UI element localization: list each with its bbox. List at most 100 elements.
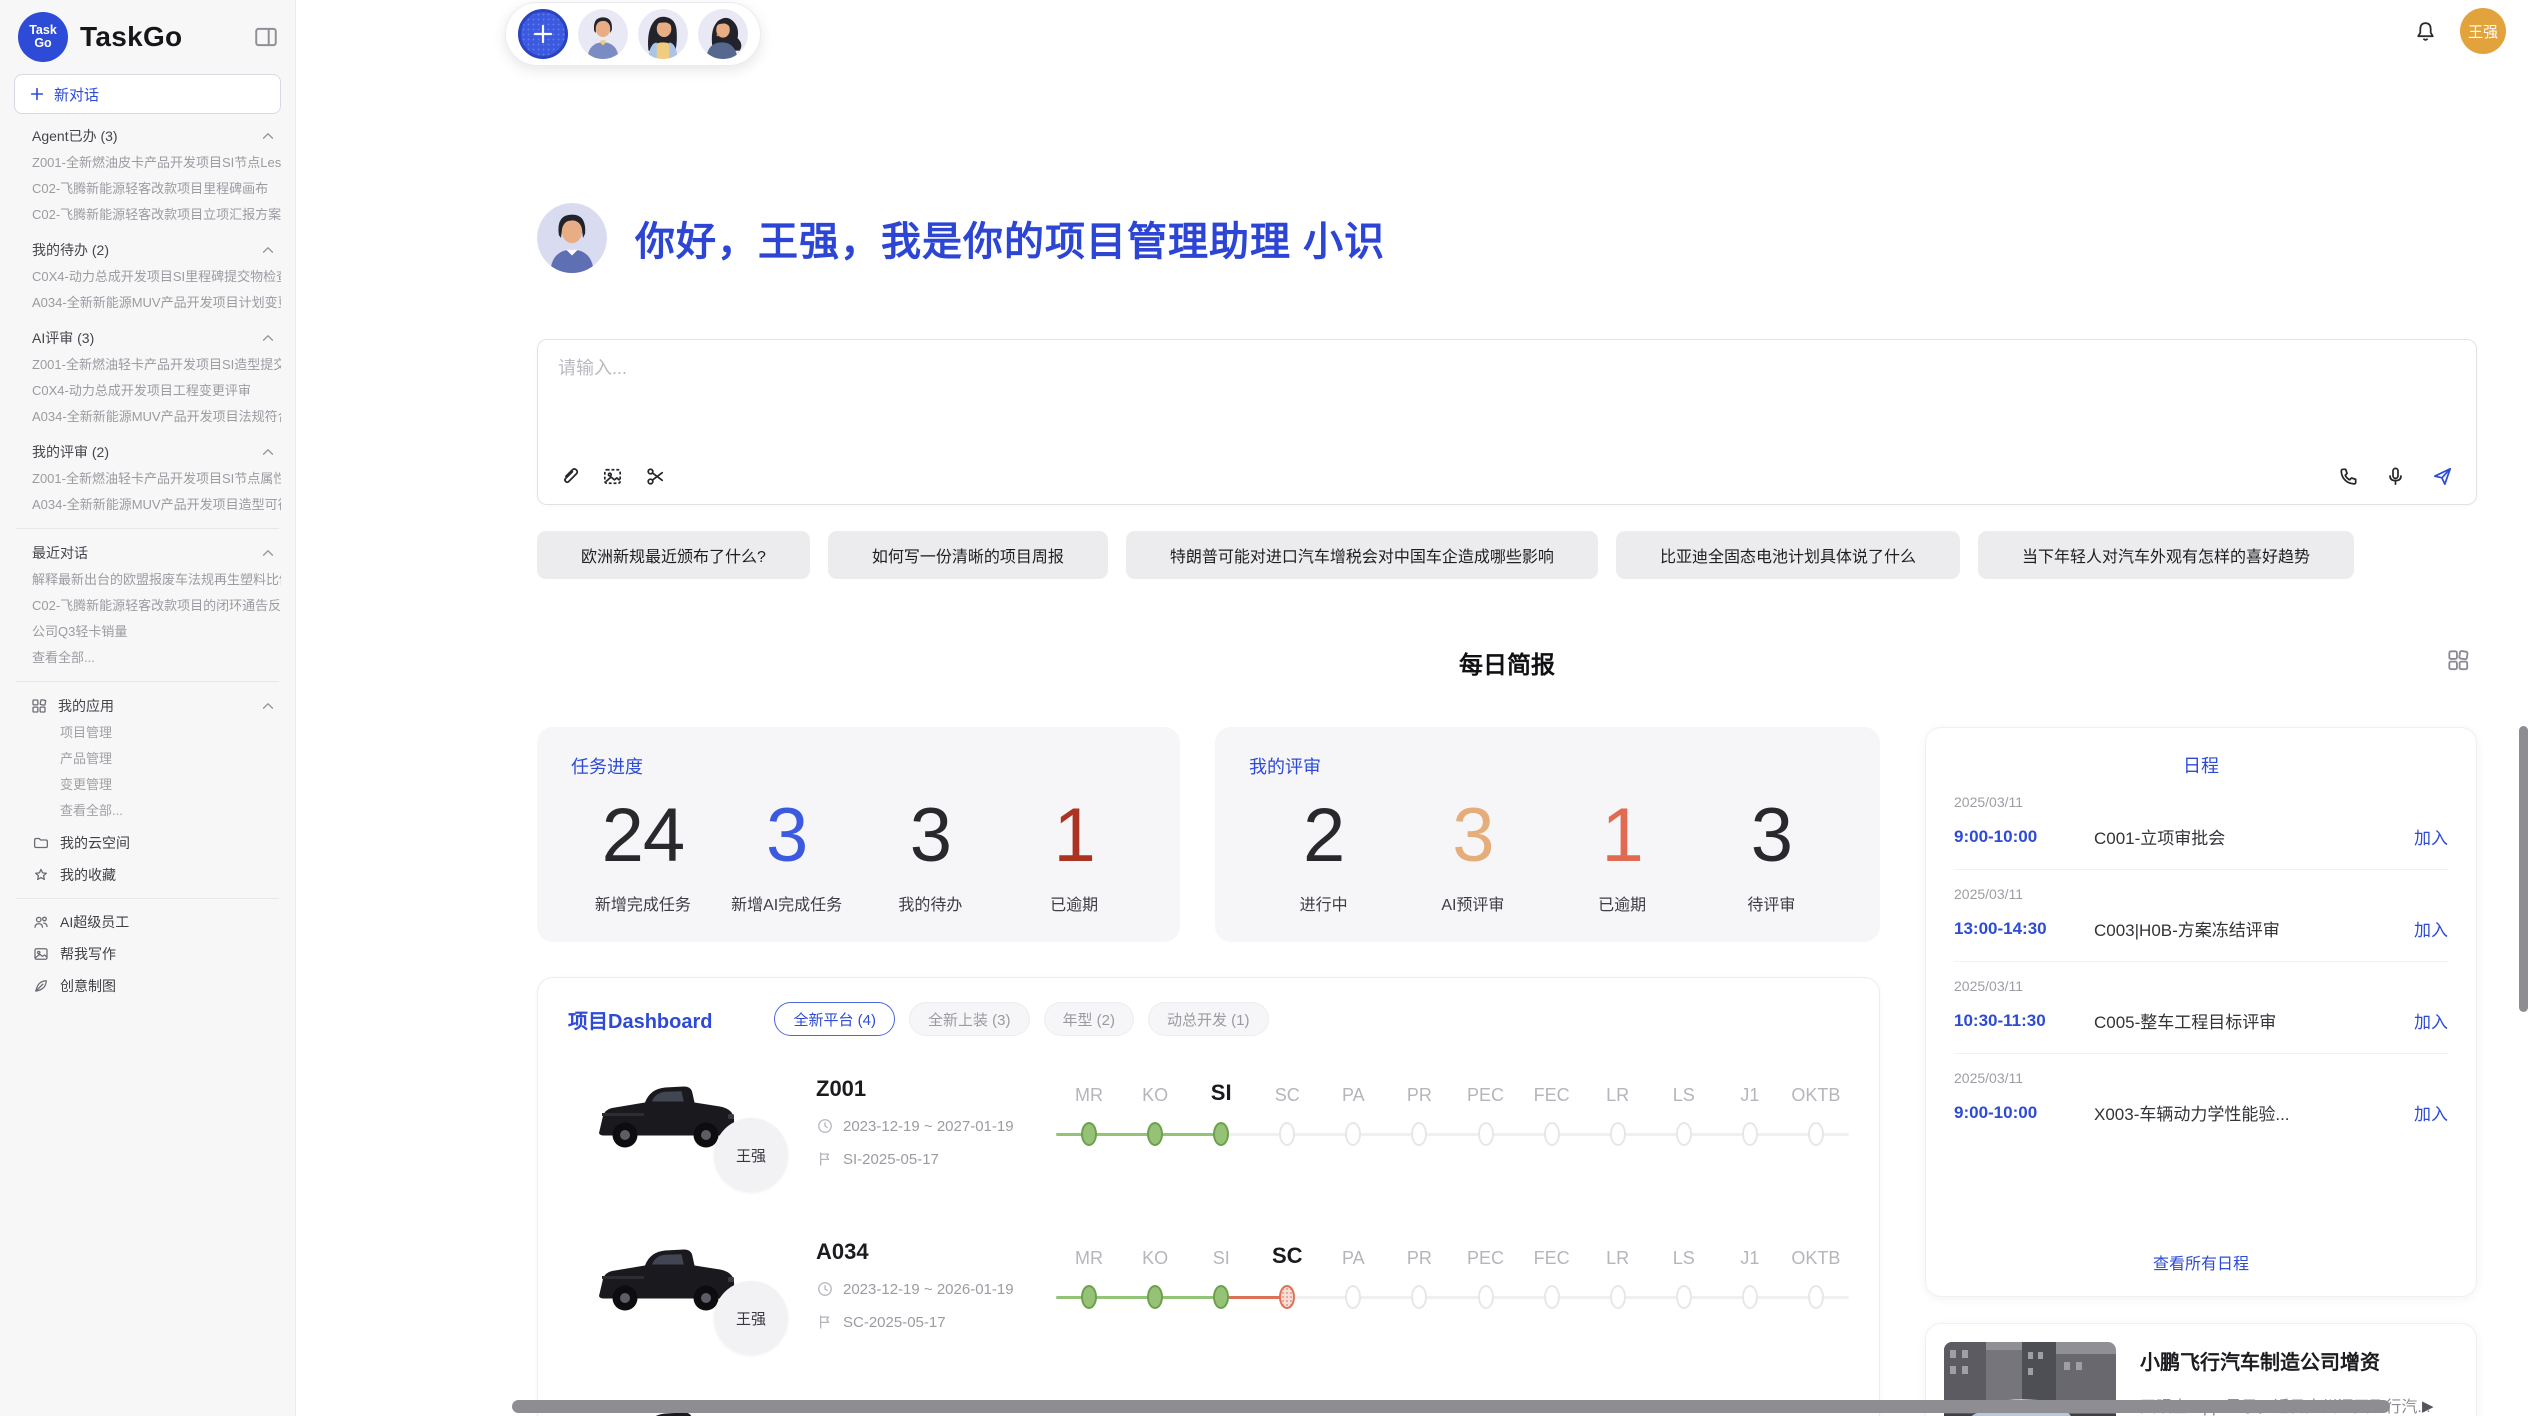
paperclip-icon[interactable] xyxy=(558,465,581,488)
dashboard-tab[interactable]: 动总开发 (1) xyxy=(1148,1002,1269,1036)
sidebar-link-help-write[interactable]: 帮我写作 xyxy=(14,941,281,967)
suggestion-chip[interactable]: 欧洲新规最近颁布了什么? xyxy=(537,531,810,579)
phone-icon[interactable] xyxy=(2337,465,2360,488)
milestone-dot-SC[interactable] xyxy=(1279,1285,1295,1309)
dashboard-tab[interactable]: 年型 (2) xyxy=(1044,1002,1135,1036)
milestone-dot-LS[interactable] xyxy=(1676,1122,1692,1146)
app-link[interactable]: 项目管理 xyxy=(14,720,281,746)
milestone-dot-FEC[interactable] xyxy=(1544,1285,1560,1309)
milestone-dot-LR[interactable] xyxy=(1610,1285,1626,1309)
sidebar-item[interactable]: Z001-全新燃油轻卡产品开发项目SI节点属性5D文件评审 xyxy=(14,466,281,492)
milestone-dot-PA[interactable] xyxy=(1345,1122,1361,1146)
milestone-dot-FEC[interactable] xyxy=(1544,1122,1560,1146)
scissors-icon[interactable] xyxy=(644,465,667,488)
milestone-dot-J1[interactable] xyxy=(1742,1122,1758,1146)
milestone-dot-SI[interactable] xyxy=(1213,1285,1229,1309)
user-avatar[interactable]: 王强 xyxy=(2460,8,2506,54)
agent-avatar-male[interactable] xyxy=(578,9,628,59)
sidebar-link-my-cloud[interactable]: 我的云空间 xyxy=(14,830,281,856)
schedule-date: 2025/03/11 xyxy=(1954,1070,2448,1086)
notification-bell-icon[interactable] xyxy=(2413,19,2438,44)
horizontal-scrollbar[interactable] xyxy=(512,1400,2390,1413)
dashboard-tab[interactable]: 全新平台 (4) xyxy=(774,1002,895,1036)
sidebar-section-my-apps[interactable]: 我的应用 xyxy=(14,692,281,720)
sidebar-section-ai-review[interactable]: AI评审 (3) xyxy=(14,324,281,352)
project-row-Z001[interactable]: 王强Z0012023-12-19 ~ 2027-01-19SI-2025-05-… xyxy=(568,1070,1849,1210)
milestone-dot-PEC[interactable] xyxy=(1478,1122,1494,1146)
view-all-schedule-link[interactable]: 查看所有日程 xyxy=(1954,1240,2448,1278)
app-link[interactable]: 变更管理 xyxy=(14,772,281,798)
milestone-dot-LR[interactable] xyxy=(1610,1122,1626,1146)
milestone-dot-J1[interactable] xyxy=(1742,1285,1758,1309)
image-attach-icon[interactable] xyxy=(601,465,624,488)
join-meeting-link[interactable]: 加入 xyxy=(2414,1008,2448,1033)
people-icon xyxy=(32,913,50,931)
milestone-dot-MR[interactable] xyxy=(1081,1122,1097,1146)
daily-brief-header: 每日简报 xyxy=(537,645,2477,681)
join-meeting-link[interactable]: 加入 xyxy=(2414,916,2448,941)
chevron-up-icon[interactable] xyxy=(259,443,277,461)
sidebar-link-ai-super-staff[interactable]: AI超级员工 xyxy=(14,909,281,935)
microphone-icon[interactable] xyxy=(2384,465,2407,488)
sidebar-item[interactable]: A034-全新新能源MUV产品开发项目法规符合性评审 xyxy=(14,404,281,430)
milestone-label: SI xyxy=(1188,1080,1254,1106)
sidebar-item[interactable]: 查看全部... xyxy=(14,645,281,671)
milestone-dot-PR[interactable] xyxy=(1411,1285,1427,1309)
new-chat-button[interactable]: 新对话 xyxy=(14,74,281,114)
dashboard-tab[interactable]: 全新上装 (3) xyxy=(909,1002,1030,1036)
sidebar-item[interactable]: C0X4-动力总成开发项目SI里程碑提交物检查 xyxy=(14,264,281,290)
milestone-dot-OKTB[interactable] xyxy=(1808,1122,1824,1146)
milestone-label: MR xyxy=(1056,1248,1122,1269)
project-row-A034[interactable]: 王强A0342023-12-19 ~ 2026-01-19SC-2025-05-… xyxy=(568,1233,1849,1373)
sidebar-item[interactable]: A034-全新新能源MUV产品开发项目造型可行性评审 xyxy=(14,492,281,518)
sidebar-item[interactable]: C0X4-动力总成开发项目工程变更评审 xyxy=(14,378,281,404)
sidebar-item[interactable]: Z001-全新燃油皮卡产品开发项目SI节点Lesson Learn报告 xyxy=(14,150,281,176)
sidebar-link-creative-draw[interactable]: 创意制图 xyxy=(14,973,281,999)
milestone-dot-SI[interactable] xyxy=(1213,1122,1229,1146)
milestone-dot-OKTB[interactable] xyxy=(1808,1285,1824,1309)
milestone-dot-PR[interactable] xyxy=(1411,1122,1427,1146)
scroll-right-arrow-icon[interactable]: ▶ xyxy=(2422,1397,2434,1415)
sidebar-item[interactable]: C02-飞腾新能源轻客改款项目立项汇报方案 xyxy=(14,202,281,228)
milestone-dot-PEC[interactable] xyxy=(1478,1285,1494,1309)
app-link[interactable]: 产品管理 xyxy=(14,746,281,772)
agent-avatar-female-long[interactable] xyxy=(638,9,688,59)
app-link[interactable]: 查看全部... xyxy=(14,798,281,824)
vertical-scrollbar[interactable] xyxy=(2519,726,2528,1012)
milestone-dot-PA[interactable] xyxy=(1345,1285,1361,1309)
sidebar-section-my-review[interactable]: 我的评审 (2) xyxy=(14,438,281,466)
milestone-dot-KO[interactable] xyxy=(1147,1122,1163,1146)
suggestion-chip[interactable]: 特朗普可能对进口汽车增税会对中国车企造成哪些影响 xyxy=(1126,531,1598,579)
chevron-up-icon[interactable] xyxy=(259,241,277,259)
join-meeting-link[interactable]: 加入 xyxy=(2414,824,2448,849)
suggestion-chip[interactable]: 比亚迪全固态电池计划具体说了什么 xyxy=(1616,531,1960,579)
chevron-up-icon[interactable] xyxy=(259,544,277,562)
send-icon[interactable] xyxy=(2431,465,2454,488)
sidebar-item[interactable]: C02-飞腾新能源轻客改款项目的闭环通告反馈情况 xyxy=(14,593,281,619)
sidebar-section-agent-done[interactable]: Agent已办 (3) xyxy=(14,122,281,150)
chevron-up-icon[interactable] xyxy=(259,329,277,347)
milestone-dot-SC[interactable] xyxy=(1279,1122,1295,1146)
milestone-dot-LS[interactable] xyxy=(1676,1285,1692,1309)
suggestion-chip[interactable]: 当下年轻人对汽车外观有怎样的喜好趋势 xyxy=(1978,531,2354,579)
sidebar-link-my-favorites[interactable]: 我的收藏 xyxy=(14,862,281,888)
message-input[interactable] xyxy=(558,358,1858,379)
sidebar-section-recent-chats[interactable]: 最近对话 xyxy=(14,539,281,567)
news-title: 小鹏飞行汽车制造公司增资 xyxy=(2140,1346,2431,1375)
chevron-up-icon[interactable] xyxy=(259,127,277,145)
sidebar-item[interactable]: 解释最新出台的欧盟报废车法规再生塑料比例被调至15%... xyxy=(14,567,281,593)
sidebar-section-my-todo[interactable]: 我的待办 (2) xyxy=(14,236,281,264)
collapse-sidebar-icon[interactable] xyxy=(253,24,279,50)
add-session-button[interactable] xyxy=(518,9,568,59)
sidebar-item[interactable]: C02-飞腾新能源轻客改款项目里程碑画布 xyxy=(14,176,281,202)
chevron-up-icon[interactable] xyxy=(259,697,277,715)
sidebar-item[interactable]: Z001-全新燃油轻卡产品开发项目SI造型提交物评审 xyxy=(14,352,281,378)
agent-avatar-female-side[interactable] xyxy=(698,9,748,59)
sidebar-item[interactable]: A034-全新新能源MUV产品开发项目计划变更表编写 xyxy=(14,290,281,316)
suggestion-chip[interactable]: 如何写一份清晰的项目周报 xyxy=(828,531,1108,579)
milestone-dot-KO[interactable] xyxy=(1147,1285,1163,1309)
sidebar-item[interactable]: 公司Q3轻卡销量 xyxy=(14,619,281,645)
milestone-dot-MR[interactable] xyxy=(1081,1285,1097,1309)
layout-grid-icon[interactable] xyxy=(2445,647,2471,673)
join-meeting-link[interactable]: 加入 xyxy=(2414,1100,2448,1125)
